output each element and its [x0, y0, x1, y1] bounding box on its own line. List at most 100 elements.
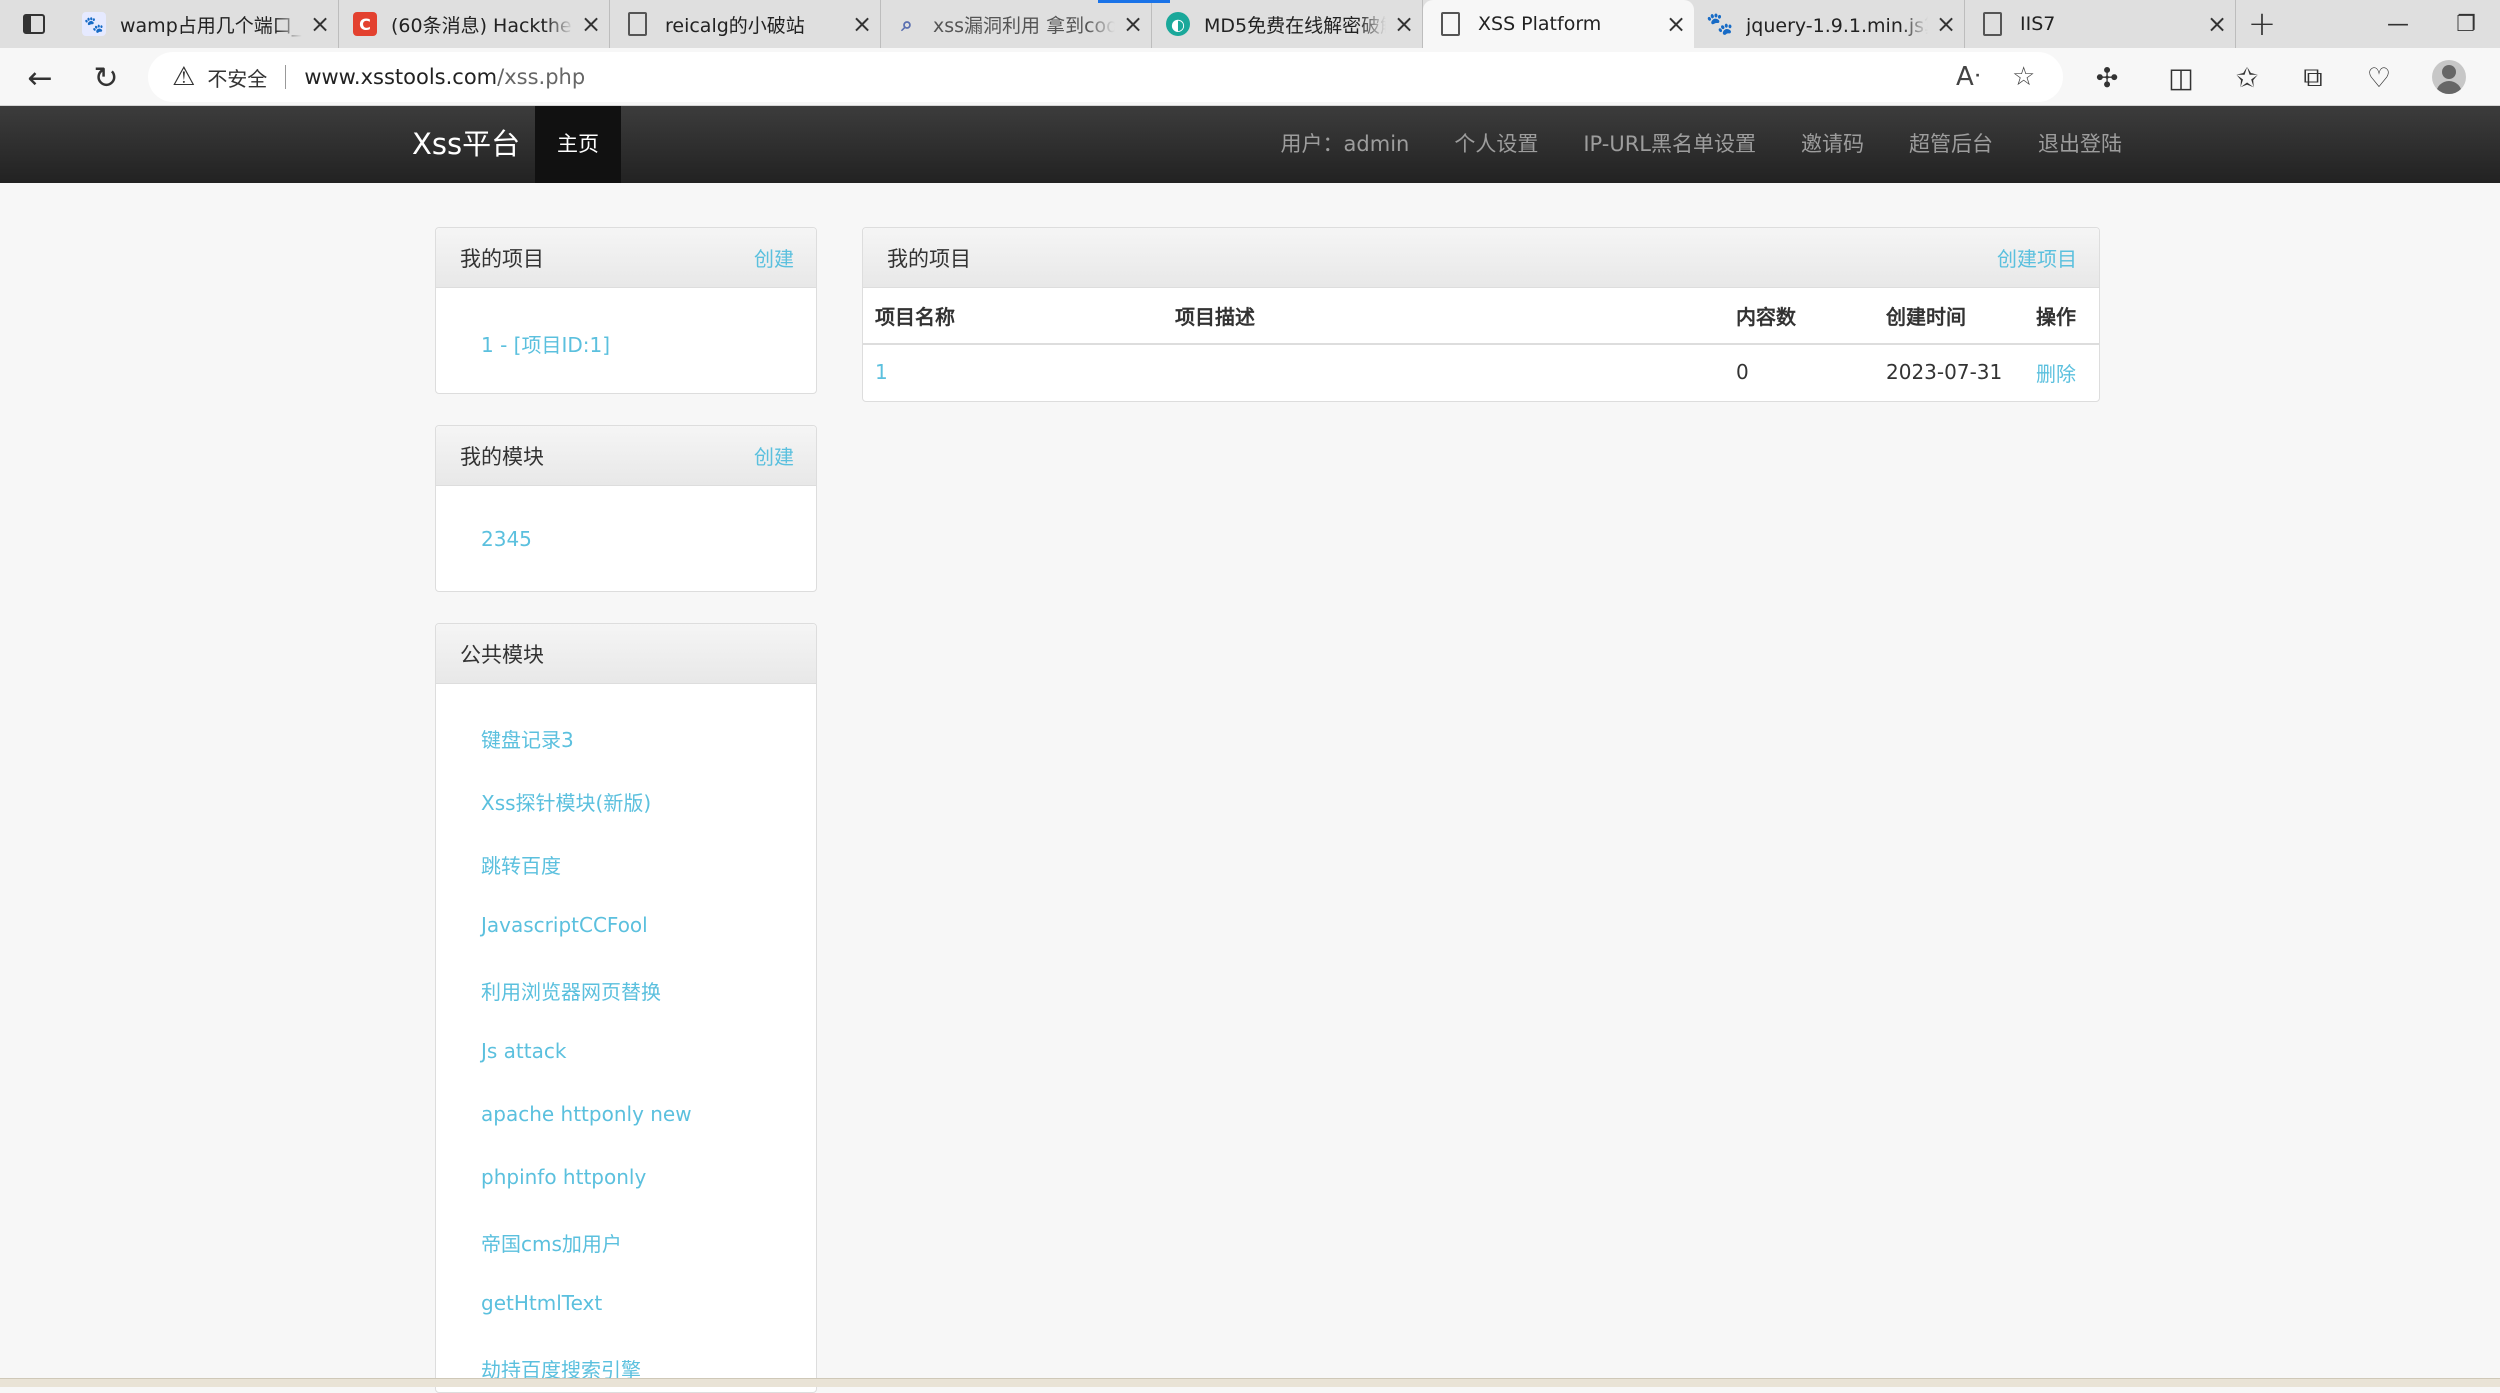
md5-icon: ◐	[1166, 12, 1190, 36]
delete-link[interactable]: 删除	[2024, 344, 2099, 399]
created-date: 2023-07-31	[1886, 360, 2003, 384]
split-screen-icon[interactable]: ◫	[2161, 58, 2201, 98]
close-tab-icon[interactable]: ×	[2199, 10, 2235, 38]
browser-tab[interactable]: reicalg的小破站 ×	[610, 0, 881, 48]
table-header-row: 项目名称 项目描述 内容数 创建时间 操作	[863, 288, 2099, 345]
url-field[interactable]: ⚠ 不安全 www.xsstools.com/xss.php Aᐧ ☆	[148, 52, 2063, 102]
public-module-link[interactable]: JavascriptCCFool	[481, 913, 648, 937]
csdn-icon: C	[353, 12, 377, 36]
security-label[interactable]: 不安全	[207, 63, 267, 92]
tab-actions-icon	[23, 14, 45, 34]
public-module-link[interactable]: phpinfo httponly	[481, 1165, 646, 1189]
favorite-star-icon[interactable]: ☆	[2012, 52, 2035, 102]
panel-title: 我的项目	[460, 246, 544, 271]
browser-tab[interactable]: ◐ MD5免费在线解密破解 ×	[1152, 0, 1423, 48]
page-icon	[1441, 12, 1460, 36]
project-name-link[interactable]: 1	[863, 344, 1163, 399]
public-module-link[interactable]: Xss探针模块(新版)	[481, 787, 651, 816]
nav-admin[interactable]: 超管后台	[1909, 106, 1993, 183]
browser-tab-active[interactable]: XSS Platform ×	[1423, 0, 1694, 48]
browser-tab[interactable]: 🐾 jquery-1.9.1.min.js算法 ×	[1694, 0, 1965, 48]
baidu-icon: 🐾	[82, 12, 106, 36]
close-tab-icon[interactable]: ×	[302, 10, 338, 38]
browser-tab[interactable]: IIS7 ×	[1965, 0, 2236, 48]
project-description	[1163, 344, 1724, 399]
projects-table-panel: 我的项目 创建项目 项目名称 项目描述 内容数 创建时间 操作 1 0 2023…	[862, 227, 2100, 402]
public-module-link[interactable]: 帝国cms加用户	[481, 1228, 622, 1257]
search-icon: ⌕	[901, 12, 913, 36]
public-module-link[interactable]: 利用浏览器网页替换	[481, 976, 661, 1005]
close-tab-icon[interactable]: ×	[1658, 10, 1694, 38]
module-link[interactable]: 2345	[481, 527, 532, 551]
collections-icon[interactable]: ⧉	[2293, 58, 2333, 98]
tab-title: wamp占用几个端口_百度	[120, 14, 302, 37]
nav-blacklist[interactable]: IP-URL黑名单设置	[1583, 106, 1756, 183]
site-navbar: Xss平台 主页 用户：admin 个人设置 IP-URL黑名单设置 邀请码 超…	[0, 106, 2500, 183]
close-tab-icon[interactable]: ×	[844, 10, 880, 38]
my-projects-panel: 我的项目 创建 1 - [项目ID:1]	[435, 227, 817, 394]
minimize-button[interactable]: —	[2364, 0, 2432, 48]
nav-invite[interactable]: 邀请码	[1801, 106, 1864, 183]
read-aloud-icon[interactable]: Aᐧ	[1956, 52, 1980, 102]
content-count: 0	[1736, 360, 1749, 384]
nav-logout[interactable]: 退出登陆	[2038, 106, 2122, 183]
public-module-link[interactable]: Js attack	[481, 1039, 566, 1063]
tab-title: xss漏洞利用 拿到cook	[933, 14, 1115, 37]
close-tab-icon[interactable]: ×	[1928, 10, 1964, 38]
back-button[interactable]: ←	[20, 58, 60, 98]
baidu-icon: 🐾	[1706, 11, 1734, 37]
project-link[interactable]: 1 - [项目ID:1]	[481, 329, 610, 358]
public-modules-panel: 公共模块 键盘记录3 Xss探针模块(新版) 跳转百度 JavascriptCC…	[435, 623, 817, 1393]
tab-title: MD5免费在线解密破解	[1204, 14, 1386, 37]
nav-user[interactable]: 用户：admin	[1281, 106, 1410, 183]
nav-home[interactable]: 主页	[535, 106, 621, 183]
url-host: www.xsstools.com	[304, 65, 498, 89]
browser-tab[interactable]: 🐾 wamp占用几个端口_百度 ×	[68, 0, 339, 48]
column-header: 操作	[2024, 288, 2099, 345]
panel-header: 我的项目 创建项目	[863, 228, 2099, 288]
extensions-icon[interactable]: ✣	[2087, 58, 2127, 98]
browser-tab-bar: 🐾 wamp占用几个端口_百度 × C (60条消息) Hacktheb × r…	[0, 0, 2500, 48]
create-module-link[interactable]: 创建	[754, 441, 794, 470]
public-module-link[interactable]: 键盘记录3	[481, 724, 574, 753]
panel-title: 我的模块	[460, 444, 544, 469]
panel-header: 我的项目 创建	[436, 228, 816, 288]
tab-title: IIS7	[2020, 13, 2056, 35]
browser-tab[interactable]: C (60条消息) Hacktheb ×	[339, 0, 610, 48]
tab-title: reicalg的小破站	[665, 14, 805, 37]
column-header: 创建时间	[1874, 288, 2024, 345]
nav-settings[interactable]: 个人设置	[1454, 106, 1538, 183]
table-row: 1 0 2023-07-31 删除	[863, 344, 2099, 399]
column-header: 项目名称	[863, 288, 1163, 345]
site-brand[interactable]: Xss平台	[412, 106, 520, 183]
close-tab-icon[interactable]: ×	[1386, 10, 1422, 38]
tab-actions-button[interactable]	[0, 0, 68, 48]
close-tab-icon[interactable]: ×	[1115, 10, 1151, 38]
window-controls: — ❐	[2364, 0, 2500, 48]
url-text[interactable]: www.xsstools.com/xss.php	[304, 65, 585, 89]
warning-icon[interactable]: ⚠	[172, 62, 195, 92]
panel-title: 公共模块	[460, 642, 544, 667]
divider	[285, 65, 287, 89]
create-project-link[interactable]: 创建项目	[1997, 243, 2077, 272]
tab-title: jquery-1.9.1.min.js算法	[1746, 14, 1928, 37]
url-path: /xss.php	[497, 65, 586, 89]
panel-title: 我的项目	[887, 246, 971, 271]
public-module-link[interactable]: getHtmlText	[481, 1291, 602, 1315]
restore-button[interactable]: ❐	[2432, 0, 2500, 48]
browser-tab[interactable]: ⌕ xss漏洞利用 拿到cook ×	[881, 0, 1152, 48]
new-tab-button[interactable]: +	[2236, 0, 2288, 48]
profile-avatar[interactable]	[2432, 60, 2466, 94]
panel-header: 公共模块	[436, 624, 816, 684]
public-module-link[interactable]: apache httponly new	[481, 1102, 692, 1126]
page-icon	[628, 12, 647, 36]
panel-header: 我的模块 创建	[436, 426, 816, 486]
create-project-link[interactable]: 创建	[754, 243, 794, 272]
favorites-icon[interactable]: ✩	[2227, 58, 2267, 98]
tab-title: XSS Platform	[1478, 13, 1602, 35]
browser-essentials-icon[interactable]: ♡	[2359, 58, 2399, 98]
public-module-link[interactable]: 跳转百度	[481, 850, 561, 879]
tab-loading-indicator	[1098, 0, 1170, 3]
close-tab-icon[interactable]: ×	[573, 10, 609, 38]
refresh-button[interactable]: ↻	[86, 58, 126, 98]
